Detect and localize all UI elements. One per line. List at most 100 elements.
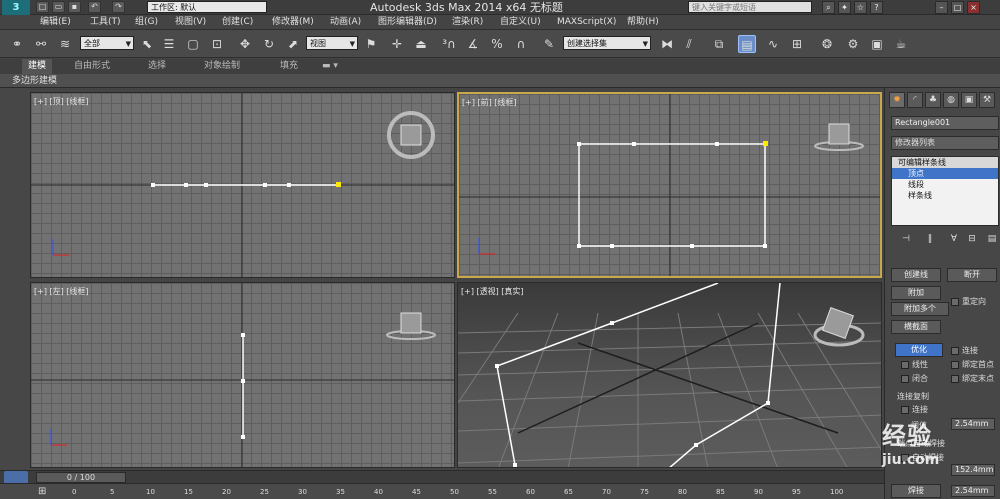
scale-icon[interactable]: ⬈ (284, 35, 302, 53)
bind-space-warp-icon[interactable]: ≋ (56, 35, 74, 53)
new-file-icon[interactable]: □ (36, 1, 49, 13)
viewport-front[interactable]: [+] [前] [线框] (457, 92, 882, 278)
ribbon-panel-label[interactable]: 多边形建模 (12, 74, 57, 88)
refine-button[interactable]: 优化 (895, 343, 943, 357)
ribbon-toggle-icon[interactable]: ▤ (738, 35, 756, 53)
configure-sets-icon[interactable]: ▤ (985, 232, 999, 246)
stack-item-vertex[interactable]: 顶点 (892, 168, 998, 179)
tab-selection[interactable]: 选择 (148, 59, 166, 74)
create-line-button[interactable]: 创建线 (891, 268, 941, 282)
remove-modifier-icon[interactable]: ⊟ (965, 232, 979, 246)
select-by-name-icon[interactable]: ☰ (160, 35, 178, 53)
material-editor-icon[interactable]: ❂ (818, 35, 836, 53)
tab-modeling[interactable]: 建模 (22, 59, 53, 74)
viewport-top[interactable]: [+] [顶] [线框] (30, 92, 455, 278)
mirror-icon[interactable]: ⧓ (658, 35, 676, 53)
menu-animation[interactable]: 动画(A) (330, 15, 361, 30)
reorient-checkbox[interactable]: 重定向 (951, 296, 986, 307)
minimize-icon[interactable]: – (935, 1, 948, 14)
modifier-list-dropdown[interactable]: 修改器列表 (891, 136, 999, 150)
closed-checkbox[interactable]: 闭合 (901, 373, 928, 384)
menu-rendering[interactable]: 渲染(R) (452, 15, 483, 30)
menu-create[interactable]: 创建(C) (222, 15, 253, 30)
create-tab-icon[interactable]: ✹ (889, 92, 905, 108)
connect-checkbox[interactable]: 连接 (951, 345, 978, 356)
keyboard-shortcut-icon[interactable]: ⏏ (412, 35, 430, 53)
attach-button[interactable]: 附加 (891, 286, 941, 300)
tab-object-paint[interactable]: 对象绘制 (204, 59, 240, 74)
bind-first-checkbox[interactable]: 绑定首点 (951, 359, 994, 370)
menu-graph-editors[interactable]: 图形编辑器(D) (378, 15, 437, 30)
align-icon[interactable]: ⫽ (680, 35, 698, 53)
menu-tools[interactable]: 工具(T) (90, 15, 121, 30)
time-slider[interactable]: 0 / 100 (36, 472, 126, 483)
show-end-result-icon[interactable]: ‖ (923, 232, 937, 246)
percent-snap-icon[interactable]: % (488, 35, 506, 53)
rect-selection-icon[interactable]: ▢ (184, 35, 202, 53)
tab-freeform[interactable]: 自由形式 (74, 59, 110, 74)
open-file-icon[interactable]: ▭ (52, 1, 65, 13)
angle-snap-icon[interactable]: ∡ (464, 35, 482, 53)
help-search-input[interactable]: 键入关键字或短语 (688, 1, 812, 13)
stack-item-spline[interactable]: 样条线 (892, 190, 998, 201)
menu-views[interactable]: 视图(V) (175, 15, 206, 30)
rendered-frame-icon[interactable]: ▣ (868, 35, 886, 53)
maximize-icon[interactable]: □ (951, 1, 964, 14)
track-bar-icon[interactable]: ⊞ (38, 486, 46, 497)
menu-customize[interactable]: 自定义(U) (500, 15, 541, 30)
bind-last-checkbox[interactable]: 绑定末点 (951, 373, 994, 384)
display-tab-icon[interactable]: ▣ (961, 92, 977, 108)
attach-multiple-button[interactable]: 附加多个 (891, 302, 949, 316)
pivot-center-icon[interactable]: ⚑ (362, 35, 380, 53)
pin-stack-icon[interactable]: ⊣ (899, 232, 913, 246)
named-selection-dropdown[interactable]: 创建选择集 ▼ (563, 36, 651, 50)
menu-modifiers[interactable]: 修改器(M) (272, 15, 314, 30)
menu-group[interactable]: 组(G) (135, 15, 158, 30)
select-manipulate-icon[interactable]: ✛ (388, 35, 406, 53)
redo-icon[interactable]: ↷ (112, 1, 125, 13)
reference-coord-dropdown[interactable]: 视图 ▼ (306, 36, 358, 50)
curve-editor-icon[interactable]: ∿ (764, 35, 782, 53)
window-crossing-icon[interactable]: ⊡ (208, 35, 226, 53)
menu-maxscript[interactable]: MAXScript(X) (557, 15, 616, 30)
viewport-left[interactable]: [+] [左] [线框] (30, 282, 455, 468)
linear-checkbox[interactable]: 线性 (901, 359, 928, 370)
schematic-view-icon[interactable]: ⊞ (788, 35, 806, 53)
break-button[interactable]: 断开 (947, 268, 997, 282)
hierarchy-tab-icon[interactable]: ♣ (925, 92, 941, 108)
stack-item-segment[interactable]: 线段 (892, 179, 998, 190)
spinner-snap-icon[interactable]: ∩ (512, 35, 530, 53)
stack-item-editable-spline[interactable]: 可编辑样条线 (892, 157, 998, 168)
unlink-icon[interactable]: ⚯ (32, 35, 50, 53)
object-name-field[interactable]: Rectangle001 (891, 116, 999, 130)
weld-button[interactable]: 焊接 (891, 484, 941, 498)
weld-spinner[interactable]: 2.54mm (951, 485, 995, 497)
star-icon[interactable]: ☆ (854, 1, 867, 14)
selection-filter-dropdown[interactable]: 全部 ▼ (80, 36, 134, 50)
track-bar[interactable]: ⊞ 0 5 10 15 20 25 30 35 40 45 50 55 60 6… (0, 483, 884, 499)
select-object-icon[interactable]: ⬉ (138, 35, 156, 53)
key-icon[interactable]: ✦ (838, 1, 851, 14)
undo-icon[interactable]: ↶ (88, 1, 101, 13)
motion-tab-icon[interactable]: ◍ (943, 92, 959, 108)
close-icon[interactable]: × (967, 1, 980, 14)
edit-named-selection-icon[interactable]: ✎ (540, 35, 558, 53)
menu-help[interactable]: 帮助(H) (627, 15, 659, 30)
menu-edit[interactable]: 编辑(E) (40, 15, 71, 30)
modify-tab-icon[interactable]: ◜ (907, 92, 923, 108)
move-icon[interactable]: ✥ (236, 35, 254, 53)
ribbon-options-icon[interactable]: ▬ ▾ (322, 59, 338, 74)
rotate-icon[interactable]: ↻ (260, 35, 278, 53)
link-icon[interactable]: ⚭ (8, 35, 26, 53)
binoculars-icon[interactable]: ⌕ (822, 1, 835, 14)
save-icon[interactable]: ▪ (68, 1, 81, 13)
help-icon[interactable]: ? (870, 1, 883, 14)
cross-section-button[interactable]: 横截面 (891, 320, 941, 334)
app-logo[interactable]: 3 (2, 0, 30, 15)
utilities-tab-icon[interactable]: ⚒ (979, 92, 995, 108)
workspace-selector[interactable]: 工作区: 默认 (147, 1, 267, 13)
tab-populate[interactable]: 填充 (280, 59, 298, 74)
render-setup-icon[interactable]: ⚙ (844, 35, 862, 53)
viewport-perspective[interactable]: [+] [透视] [真实] (457, 282, 882, 468)
make-unique-icon[interactable]: ∀ (947, 232, 961, 246)
